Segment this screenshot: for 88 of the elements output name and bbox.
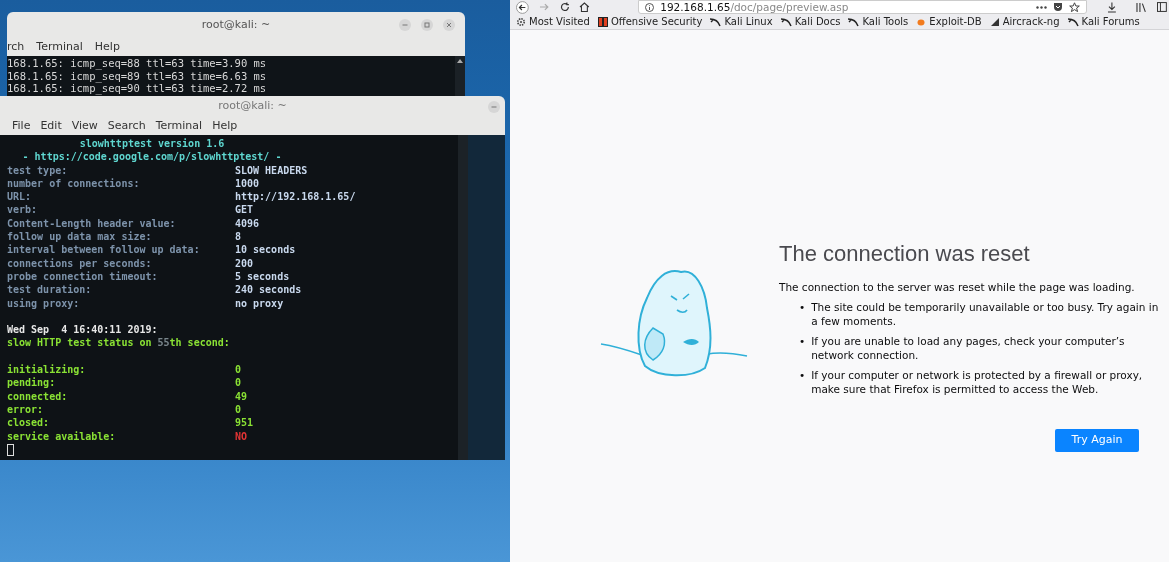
- bookmark-link[interactable]: Kali Tools: [848, 16, 909, 27]
- info-icon[interactable]: [645, 2, 655, 12]
- terminal-label: pending:: [7, 377, 56, 389]
- library-icon[interactable]: [1136, 1, 1148, 13]
- logo-icon: [597, 16, 608, 27]
- terminal-value: GET: [235, 203, 254, 217]
- shield-icon[interactable]: [1052, 2, 1063, 12]
- bookmark-link[interactable]: Aircrack-ng: [989, 16, 1060, 27]
- menu-item[interactable]: Terminal: [36, 38, 83, 56]
- terminal-value: SLOW HEADERS: [235, 163, 308, 177]
- bookmark-link[interactable]: Exploit-DB: [916, 16, 982, 27]
- terminal-label: interval between follow up data:: [7, 244, 200, 256]
- terminal-value: 49: [235, 389, 248, 403]
- text-cursor: [7, 443, 14, 456]
- bookmark-link[interactable]: Kali Forums: [1067, 16, 1140, 27]
- error-message: The connection to the server was reset while the page was loading.: [779, 280, 1136, 294]
- terminal-value: 240 seconds: [235, 283, 302, 297]
- terminal-label: initializing:: [7, 364, 86, 376]
- terminal-line: 168.1.65: icmp_seq=88 ttl=63 time=3.90 ms: [7, 57, 268, 70]
- menu-item[interactable]: View: [71, 117, 98, 135]
- menu-item[interactable]: Help: [94, 38, 120, 56]
- bullet-marker: •: [799, 368, 806, 383]
- terminal-label: verb:: [7, 204, 38, 216]
- terminal-text: slow HTTP test status on 55th second:: [7, 336, 230, 350]
- terminal-label: URL:: [7, 191, 32, 203]
- menu-item[interactable]: Terminal: [155, 117, 203, 135]
- terminal-label: service available:: [7, 430, 116, 442]
- terminal-line: 168.1.65: icmp_seq=89 ttl=63 time=6.63 ms: [7, 69, 268, 82]
- terminal-label: probe connection timeout:: [7, 270, 158, 282]
- terminal-value: 0: [235, 363, 242, 377]
- try-again-button[interactable]: Try Again: [1055, 429, 1139, 452]
- terminal-label: error:: [7, 403, 44, 415]
- terminal-text: Wed Sep 4 16:40:11 2019:: [7, 323, 158, 337]
- star-icon[interactable]: [1068, 1, 1080, 13]
- terminal-label: closed:: [7, 417, 50, 429]
- terminal-value: NO: [235, 429, 248, 443]
- terminal-line: 168.1.65: icmp_seq=90 ttl=63 time=2.72 ms: [7, 82, 268, 95]
- menu-item[interactable]: File: [12, 117, 31, 135]
- terminal-value: 5 seconds: [235, 269, 290, 284]
- sidebar-icon[interactable]: [1157, 2, 1168, 12]
- address-bar[interactable]: 192.168.1.65/doc/page/preview.asp: [638, 0, 1087, 14]
- terminal-label: connected:: [7, 390, 68, 402]
- maximize-icon[interactable]: [421, 19, 433, 31]
- bullet-text: If you are unable to load any pages, check your computer’s network connection.: [811, 334, 1126, 362]
- error-heading: The connection was reset: [779, 240, 1031, 268]
- bookmark-link[interactable]: Kali Docs: [780, 16, 841, 27]
- bullet-marker: •: [799, 300, 806, 315]
- scroll-up-icon[interactable]: [457, 59, 463, 63]
- gear-icon: [516, 16, 526, 27]
- terminal-text: slowhttptest version 1.6: [78, 137, 226, 151]
- terminal-label: follow up data max size:: [7, 231, 152, 243]
- menu-item[interactable]: rch: [7, 38, 25, 56]
- menu-item[interactable]: Edit: [40, 117, 62, 135]
- download-icon[interactable]: [1106, 1, 1117, 13]
- terminal-label: test duration:: [7, 284, 92, 296]
- terminal-value: 8: [235, 230, 242, 244]
- terminal-value: 0: [235, 402, 242, 417]
- reload-icon[interactable]: [559, 2, 570, 12]
- terminal-value: 0: [235, 376, 242, 390]
- terminal-value: no proxy: [235, 296, 284, 310]
- bullet-text: The site could be temporarily unavailable or too busy. Try again in a few moments.: [811, 300, 1159, 328]
- terminal-label: connections per seconds:: [7, 257, 152, 269]
- terminal-text: - https://code.google.com/p/slowhttptest/ -: [21, 150, 283, 164]
- bookmark-link[interactable]: Kali Linux: [710, 16, 773, 27]
- terminal-label: test type:: [7, 164, 68, 176]
- scrollbar[interactable]: [458, 135, 468, 460]
- terminal-value: 951: [235, 416, 254, 430]
- window-title: root@kali: ~: [201, 16, 271, 33]
- close-icon[interactable]: [443, 19, 455, 31]
- window-title: root@kali: ~: [218, 98, 287, 115]
- menu-item[interactable]: Search: [107, 117, 146, 135]
- bookmark-link[interactable]: Most Visited: [516, 16, 590, 27]
- home-icon[interactable]: [579, 2, 591, 12]
- terminal-label: Content-Length header value:: [7, 217, 176, 229]
- terminal-value: http://192.168.1.65/: [235, 190, 356, 204]
- terminal-value: 10 seconds: [235, 243, 296, 257]
- terminal-label: using proxy:: [7, 297, 80, 309]
- url-text: 192.168.1.65/doc/page/preview.asp: [660, 1, 849, 13]
- bullet-marker: •: [799, 334, 806, 349]
- bullet-text: If your computer or network is protected by a firewall or proxy, make sure that Firefox is permitted to access the Web.: [811, 368, 1144, 396]
- back-icon[interactable]: [516, 0, 529, 14]
- terminal-label: number of connections:: [7, 177, 140, 189]
- menu-item[interactable]: Help: [212, 117, 238, 135]
- bookmark-link[interactable]: Offensive Security: [597, 16, 703, 27]
- terminal-value: 1000: [235, 176, 260, 191]
- terminal-value: 4096: [235, 216, 260, 231]
- more-icon[interactable]: [1035, 5, 1047, 9]
- terminal-value: 200: [235, 256, 254, 270]
